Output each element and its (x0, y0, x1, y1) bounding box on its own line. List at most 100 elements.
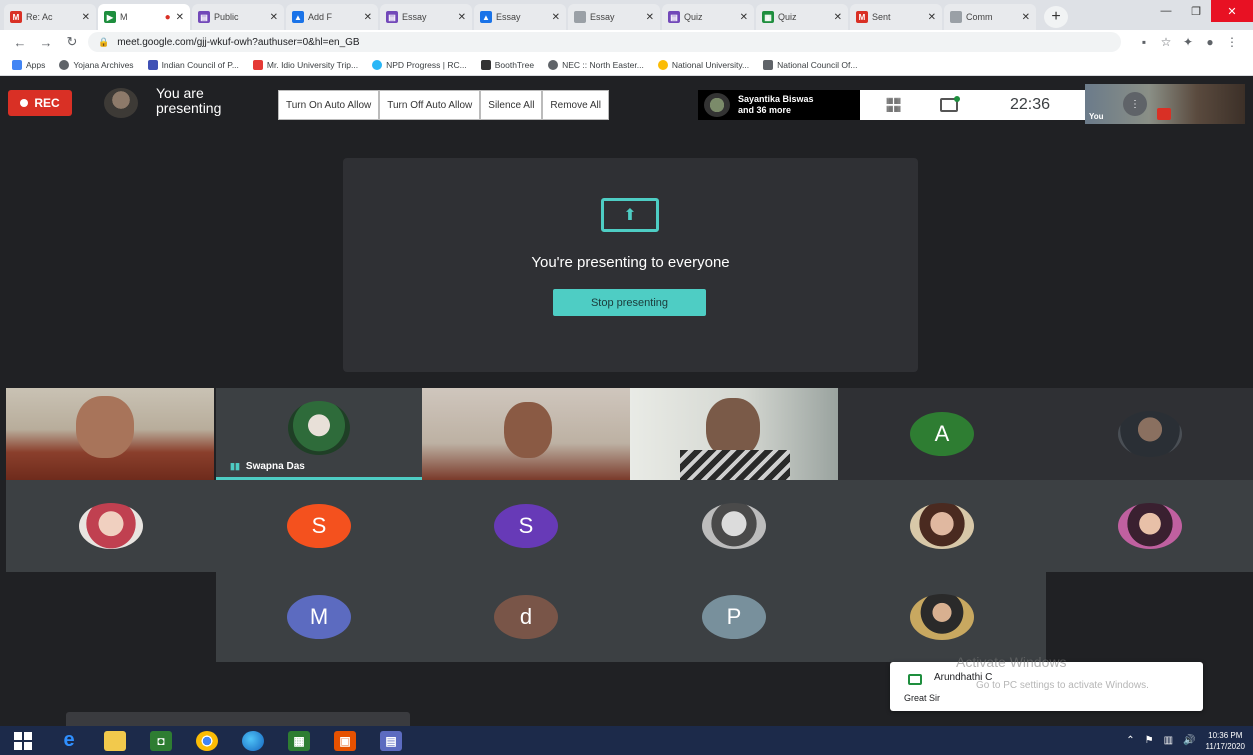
camera-permission-icon[interactable]: ▪ (1133, 35, 1155, 49)
bookmark-apps[interactable]: Apps (12, 59, 45, 70)
tab-drive-add[interactable]: ▲ Add F ✕ (286, 4, 378, 30)
avatar-initial: P (702, 595, 766, 639)
taskbar-app[interactable] (184, 726, 230, 755)
chevron-up-icon[interactable]: ⌃ (1126, 735, 1134, 746)
bookmark-item[interactable]: Indian Council of P... (147, 59, 239, 70)
back-icon[interactable]: ← (10, 35, 30, 50)
tab-meet[interactable]: ▶ M ● ✕ (98, 4, 190, 30)
bookmark-item[interactable]: National University... (657, 59, 749, 70)
activate-windows-watermark: Activate Windows (956, 654, 1067, 670)
taskbar-app[interactable]: ▤ (368, 726, 414, 755)
tab-sheets-quiz[interactable]: ▦ Quiz ✕ (756, 4, 848, 30)
video-tile-active-speaker[interactable]: ▮▮ Swapna Das (216, 388, 422, 480)
recording-badge[interactable]: REC (8, 90, 72, 116)
remove-all-button[interactable]: Remove All (542, 90, 609, 120)
flag-icon[interactable]: ⚑ (1145, 735, 1154, 746)
window-close-icon[interactable]: ✕ (1211, 0, 1253, 22)
audio-wave-icon: ▮▮ (230, 461, 240, 471)
video-tile[interactable]: P (630, 572, 838, 662)
close-tab-icon[interactable]: ✕ (270, 12, 278, 23)
close-tab-icon[interactable]: ✕ (458, 12, 466, 23)
video-tile[interactable] (630, 388, 838, 480)
video-tile[interactable]: A (838, 388, 1046, 480)
reload-icon[interactable]: ↻ (62, 34, 82, 50)
meeting-clock: 22:36 (1010, 96, 1051, 113)
presenting-status: You are presenting (156, 85, 222, 116)
bookmark-item[interactable]: Mr. Idio University Trip... (252, 59, 358, 70)
video-tile[interactable] (838, 572, 1046, 662)
tab-gmail-sent[interactable]: M Sent ✕ (850, 4, 942, 30)
taskbar-app[interactable]: ▦ (276, 726, 322, 755)
video-tile[interactable] (6, 388, 214, 480)
video-tile[interactable]: M (216, 572, 422, 662)
tab-gmail-re[interactable]: M Re: Ac ✕ (4, 4, 96, 30)
close-tab-icon[interactable]: ✕ (552, 12, 560, 23)
start-button[interactable] (0, 726, 46, 755)
video-tile[interactable]: d (422, 572, 630, 662)
taskbar-app[interactable]: ◘ (138, 726, 184, 755)
layout-icon[interactable]: ▦▦ ▦▦ (886, 97, 910, 113)
profile-avatar-icon[interactable]: ● (1199, 35, 1221, 49)
tab-forms-essay[interactable]: ▤ Essay ✕ (380, 4, 472, 30)
taskbar-clock[interactable]: 10:36 PM 11/17/2020 (1206, 730, 1245, 752)
new-tab-button[interactable]: + (1044, 6, 1068, 28)
bookmark-item[interactable]: Yojana Archives (59, 59, 134, 70)
extensions-icon[interactable]: ✦ (1177, 35, 1199, 49)
avatar (1117, 503, 1182, 549)
tab-label: Quiz (778, 12, 797, 22)
video-tile[interactable] (6, 480, 216, 572)
tab-forms-public[interactable]: ▤ Public ✕ (192, 4, 284, 30)
taskbar-app[interactable] (92, 726, 138, 755)
volume-icon[interactable]: 🔊 (1183, 735, 1195, 746)
bookmark-item[interactable]: NEC :: North Easter... (548, 59, 644, 70)
files-icon: ▤ (380, 730, 402, 751)
video-tile[interactable] (838, 480, 1046, 572)
video-tile[interactable]: S (422, 480, 630, 572)
participants-chip[interactable]: Sayantika Biswas and 36 more (698, 90, 860, 120)
tab-drive-essay[interactable]: ▲ Essay ✕ (474, 4, 566, 30)
close-tab-icon[interactable]: ✕ (834, 12, 842, 23)
video-tile[interactable]: S (216, 480, 422, 572)
video-tile[interactable] (630, 480, 838, 572)
stop-presenting-button[interactable]: Stop presenting (553, 289, 706, 316)
forward-icon[interactable]: → (36, 35, 56, 50)
address-bar[interactable]: 🔒 meet.google.com/gjj-wkuf-owh?authuser=… (88, 32, 1121, 52)
tab-comm[interactable]: Comm ✕ (944, 4, 1036, 30)
more-menu-icon[interactable]: ⋮ (1221, 35, 1243, 49)
close-tab-icon[interactable]: ✕ (176, 12, 184, 23)
video-tile[interactable] (1046, 388, 1253, 480)
drive-icon: ▲ (480, 11, 492, 23)
minimize-icon[interactable]: — (1151, 0, 1181, 22)
bookmark-item[interactable]: BoothTree (480, 59, 534, 70)
self-view-tile[interactable]: ⋮ You (1085, 84, 1245, 124)
turn-off-auto-allow-button[interactable]: Turn Off Auto Allow (379, 90, 481, 120)
file-explorer-icon (104, 730, 126, 751)
close-tab-icon[interactable]: ✕ (364, 12, 372, 23)
video-tile[interactable] (422, 388, 630, 480)
close-tab-icon[interactable]: ✕ (928, 12, 936, 23)
chat-icon[interactable] (940, 96, 960, 112)
close-tab-icon[interactable]: ✕ (646, 12, 654, 23)
more-options-icon[interactable]: ⋮ (1123, 92, 1147, 116)
chat-icon (908, 674, 922, 685)
taskbar-app[interactable]: e (46, 726, 92, 755)
participants-text: Sayantika Biswas and 36 more (738, 94, 814, 116)
chat-notification-toast[interactable]: Activate Windows Arundhathi C Go to PC s… (890, 654, 1203, 711)
taskbar-app[interactable] (230, 726, 276, 755)
network-icon[interactable]: ▥ (1164, 735, 1173, 746)
star-icon[interactable]: ☆ (1155, 35, 1177, 49)
tab-forms-quiz[interactable]: ▤ Quiz ✕ (662, 4, 754, 30)
turn-on-auto-allow-button[interactable]: Turn On Auto Allow (278, 90, 380, 120)
tab-doc-essay[interactable]: Essay ✕ (568, 4, 660, 30)
site-icon (147, 59, 158, 70)
close-tab-icon[interactable]: ✕ (1022, 12, 1030, 23)
silence-all-button[interactable]: Silence All (480, 90, 543, 120)
recording-dot-icon: ● (164, 11, 171, 23)
video-tile[interactable] (1046, 480, 1253, 572)
close-tab-icon[interactable]: ✕ (82, 12, 90, 23)
bookmark-item[interactable]: NPD Progress | RC... (372, 59, 467, 70)
taskbar-app[interactable]: ▣ (322, 726, 368, 755)
close-tab-icon[interactable]: ✕ (740, 12, 748, 23)
bookmark-item[interactable]: National Council Of... (763, 59, 857, 70)
maximize-icon[interactable]: ❐ (1181, 0, 1211, 22)
